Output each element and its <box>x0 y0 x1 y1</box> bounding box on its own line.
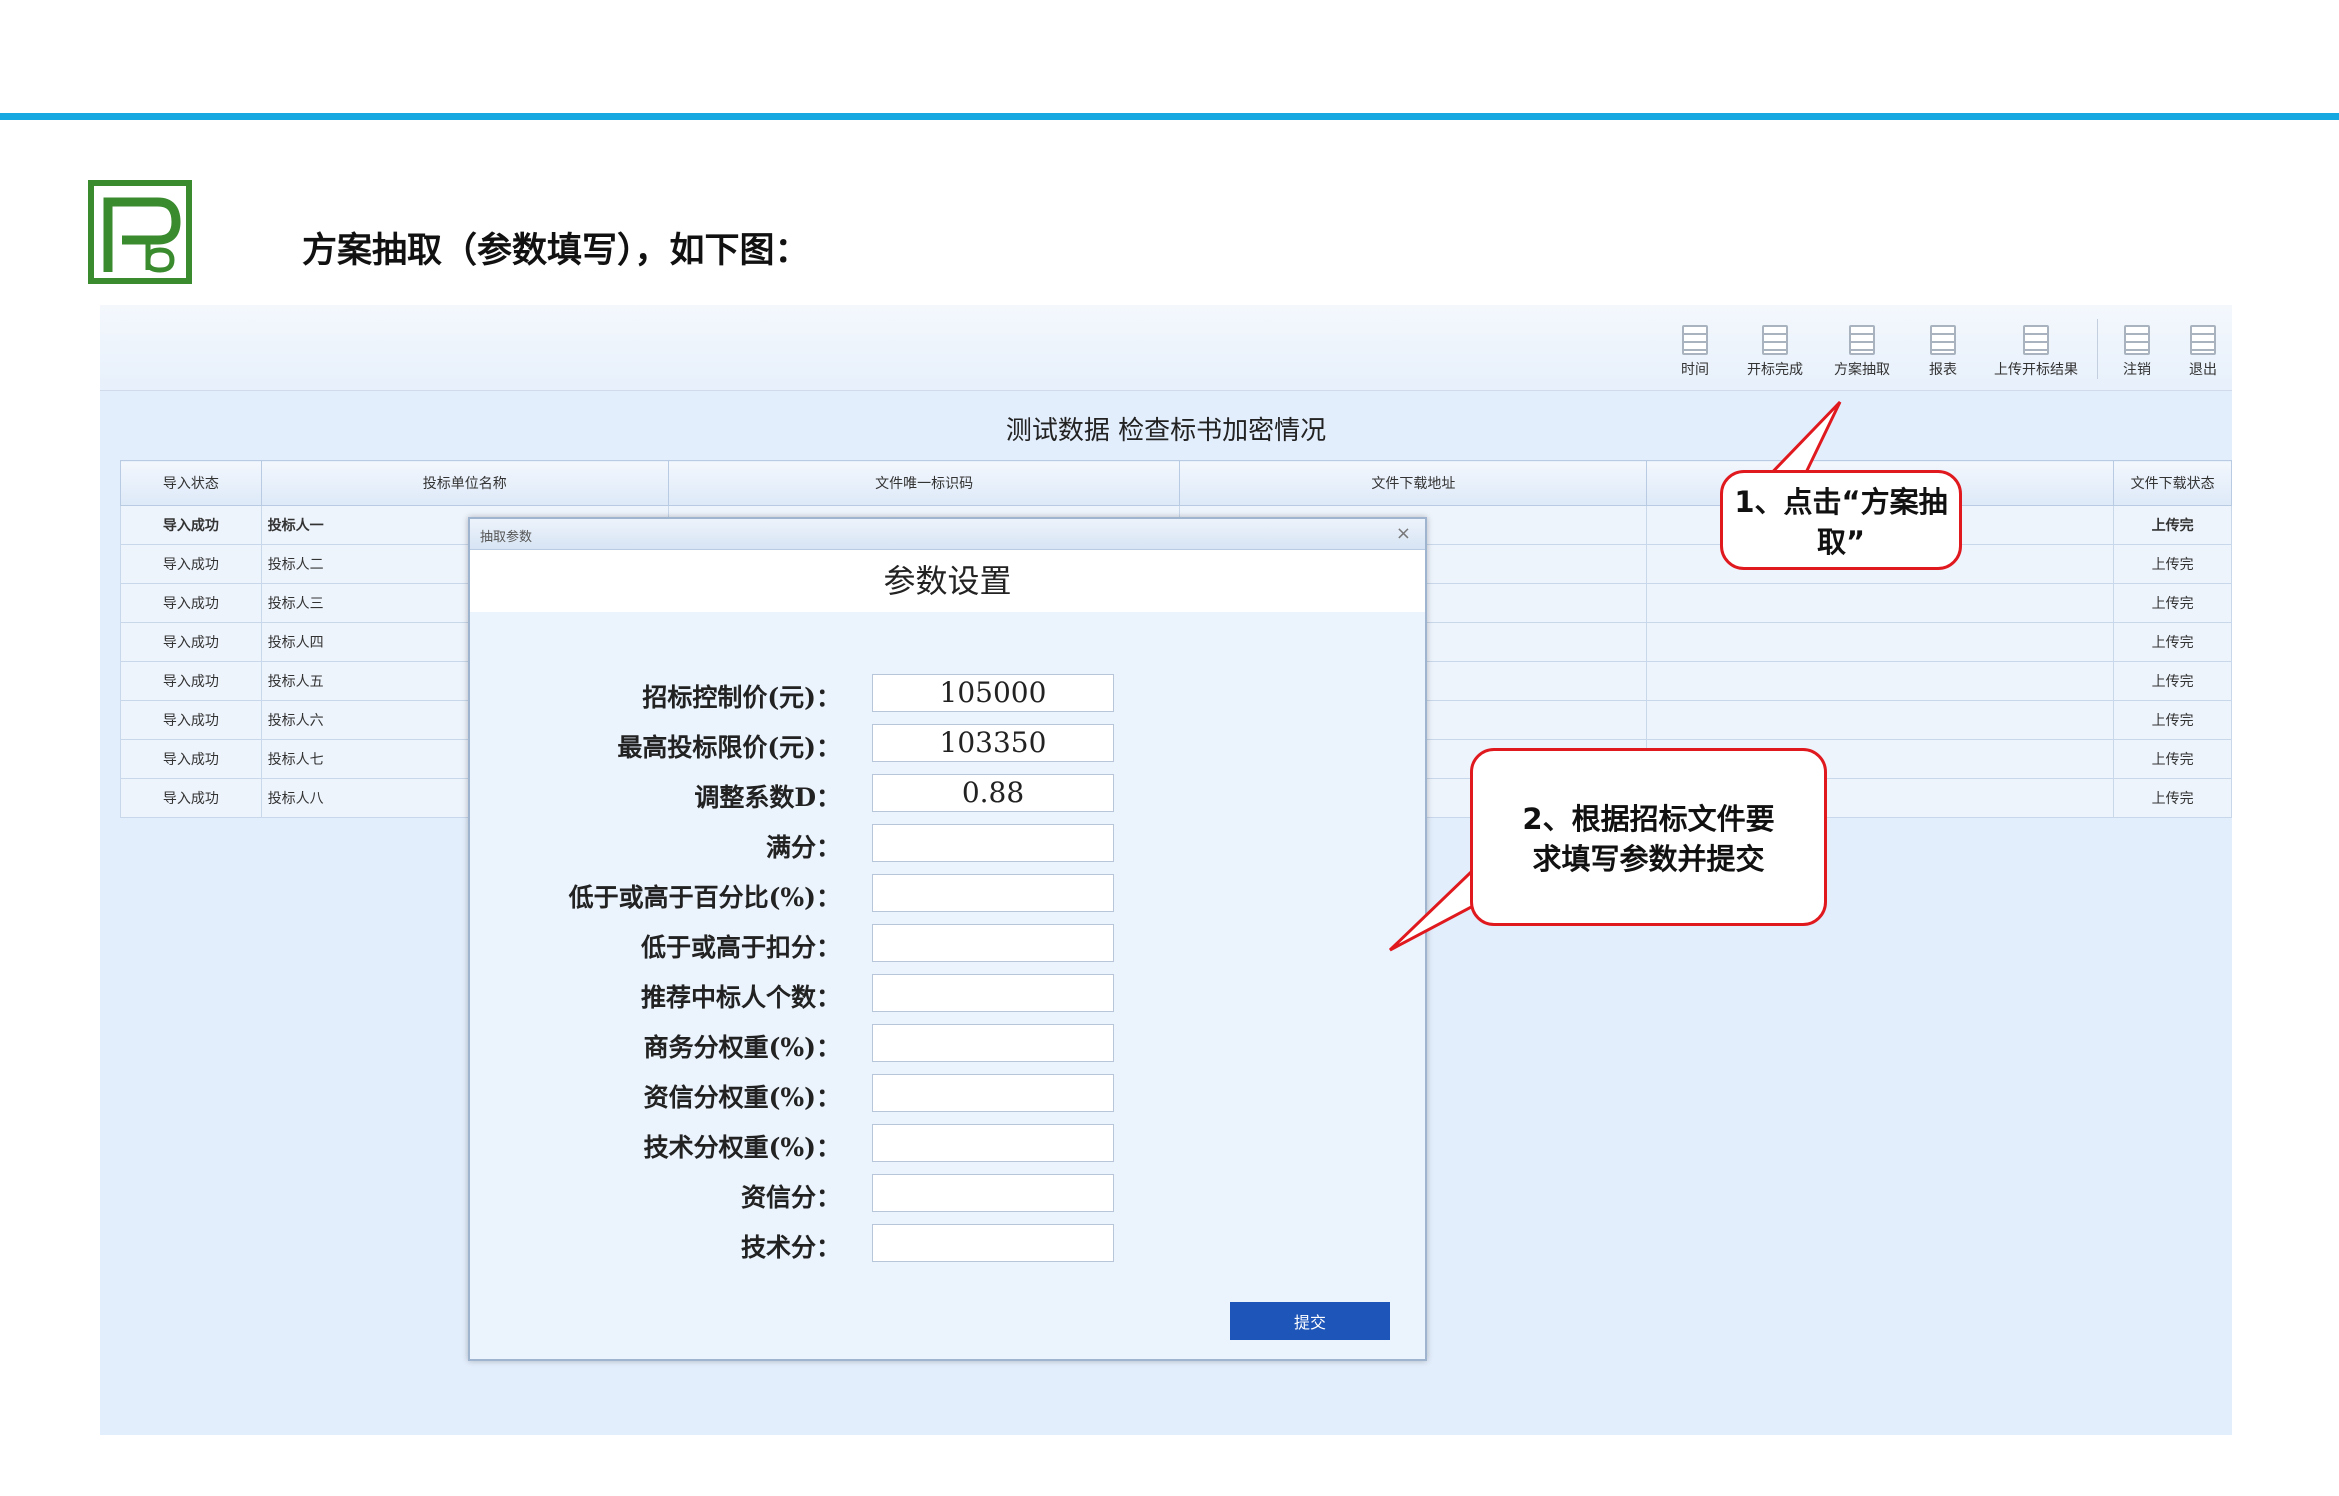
callout-pointers <box>1388 400 1842 952</box>
callout-step-1: 1、点击“方案抽取” <box>1720 470 1962 570</box>
callout-step-2: 2、根据招标文件要求填写参数并提交 <box>1470 748 1827 926</box>
